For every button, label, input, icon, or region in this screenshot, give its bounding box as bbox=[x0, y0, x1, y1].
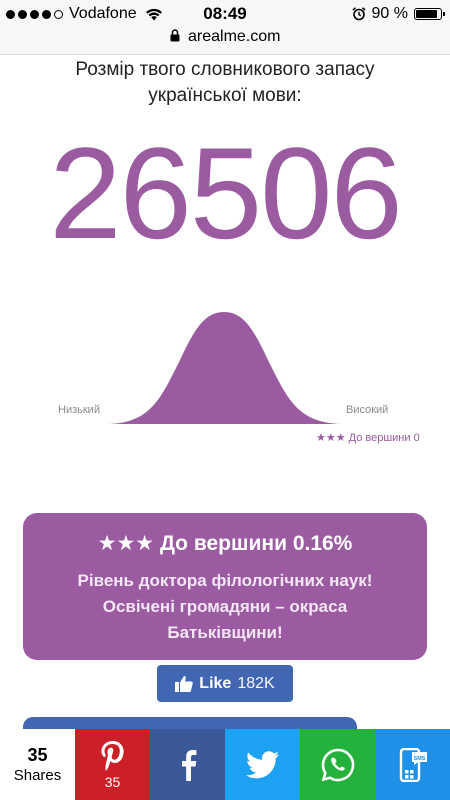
share-count-label: Shares bbox=[13, 766, 62, 784]
like-label: Like bbox=[199, 674, 232, 692]
share-counter: 35 Shares bbox=[0, 729, 75, 800]
alarm-clock-icon bbox=[352, 7, 366, 21]
result-card-text: Рівень доктора філологічних наук! Освіче… bbox=[77, 571, 373, 642]
distribution-curve: Низький Високий ★★★ До вершини 0 bbox=[0, 300, 450, 460]
whatsapp-share-button[interactable] bbox=[300, 729, 375, 800]
facebook-share-bar-button[interactable] bbox=[150, 729, 225, 800]
share-bar: 35 Shares 35 SMS bbox=[0, 729, 450, 800]
result-card-title: ★★★ До вершини 0.16% bbox=[97, 532, 353, 555]
pinterest-share-button[interactable]: 35 bbox=[75, 729, 150, 800]
sms-icon: SMS bbox=[399, 747, 427, 782]
twitter-icon bbox=[245, 750, 279, 778]
result-subtitle: Розмір твого словникового запасу українс… bbox=[75, 59, 375, 106]
battery-percent: 90 % bbox=[371, 5, 408, 22]
twitter-share-button[interactable] bbox=[225, 729, 300, 800]
like-count: 182K bbox=[237, 674, 275, 692]
battery-icon bbox=[414, 8, 445, 20]
pinterest-count: 35 bbox=[104, 773, 121, 790]
facebook-icon bbox=[181, 749, 196, 781]
whatsapp-icon bbox=[321, 748, 354, 781]
vocabulary-score: 26506 bbox=[49, 120, 403, 266]
lock-icon bbox=[170, 29, 180, 42]
curve-position-marker: ★★★ До вершини 0 bbox=[316, 432, 420, 444]
curve-high-label: Високий bbox=[346, 404, 389, 416]
sms-share-button[interactable]: SMS bbox=[375, 729, 450, 800]
pinterest-icon bbox=[101, 740, 124, 771]
curve-low-label: Низький bbox=[58, 404, 100, 416]
address-bar[interactable]: arealme.com bbox=[0, 28, 450, 55]
share-count-number: 35 bbox=[27, 744, 48, 765]
facebook-like-button[interactable]: Like 182K bbox=[157, 665, 293, 702]
sms-icon-label: SMS bbox=[413, 756, 425, 762]
status-right: 90 % bbox=[352, 5, 445, 23]
thumbs-up-icon bbox=[175, 676, 194, 692]
url-domain: arealme.com bbox=[187, 28, 281, 45]
status-bar: Vodafone 08:49 90 % bbox=[0, 0, 450, 28]
result-card: ★★★ До вершини 0.16% Рівень доктора філо… bbox=[23, 513, 427, 660]
